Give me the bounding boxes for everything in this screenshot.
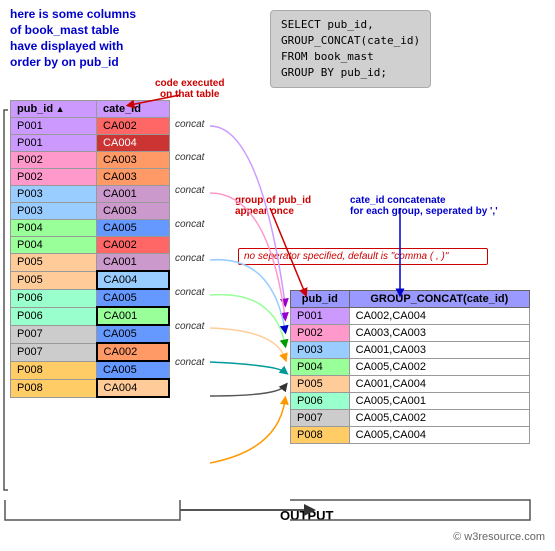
- rt-row: P001CA002,CA004: [291, 308, 530, 325]
- concat-8: concat: [175, 357, 204, 368]
- sql-box: SELECT pub_id, GROUP_CONCAT(cate_id) FRO…: [270, 10, 431, 88]
- description-text: here is some columns of book_mast table …: [10, 6, 136, 70]
- table-row: P007CA005: [11, 325, 170, 343]
- table-row: P005CA004: [11, 271, 170, 289]
- watermark: © w3resource.com: [453, 531, 545, 543]
- rt-row: P004CA005,CA002: [291, 359, 530, 376]
- concat-3: concat: [175, 185, 204, 196]
- concat-2: concat: [175, 152, 204, 163]
- table-row: P006CA005: [11, 289, 170, 307]
- rt-row: P006CA005,CA001: [291, 393, 530, 410]
- rt-row: P005CA001,CA004: [291, 376, 530, 393]
- concat-1: concat: [175, 119, 204, 130]
- right-table: pub_id GROUP_CONCAT(cate_id) P001CA002,C…: [290, 290, 530, 444]
- table-row: P002CA003: [11, 169, 170, 186]
- table-row: P004CA002: [11, 237, 170, 254]
- table-row: P005CA001: [11, 254, 170, 272]
- table-row: P003CA003: [11, 203, 170, 220]
- table-row: P004CA005: [11, 220, 170, 237]
- rt-col-pubid: pub_id: [291, 291, 350, 308]
- table-row: P001CA004: [11, 135, 170, 152]
- left-table: pub_id cate_id P001CA002 P001CA004 P002C…: [10, 100, 170, 398]
- concat-5: concat: [175, 253, 204, 264]
- col-cateid: cate_id: [97, 101, 169, 118]
- table-row: P003CA001: [11, 186, 170, 203]
- table-row: P002CA003: [11, 152, 170, 169]
- table-row: P006CA001: [11, 307, 170, 325]
- output-label: OUTPUT: [280, 508, 333, 523]
- rt-row: P002CA003,CA003: [291, 325, 530, 342]
- page-container: here is some columns of book_mast table …: [0, 0, 555, 551]
- table-row: P008CA004: [11, 379, 170, 397]
- table-row: P001CA002: [11, 118, 170, 135]
- annot-group: group of pub_idappear once: [235, 195, 311, 217]
- rt-col-concat: GROUP_CONCAT(cate_id): [349, 291, 529, 308]
- table-row: P008CA005: [11, 361, 170, 379]
- rt-row: P007CA005,CA002: [291, 410, 530, 427]
- rt-row: P003CA001,CA003: [291, 342, 530, 359]
- concat-6: concat: [175, 287, 204, 298]
- rt-row: P008CA005,CA004: [291, 427, 530, 444]
- concat-4: concat: [175, 219, 204, 230]
- annot-concat: cate_id concatenatefor each group, seper…: [350, 195, 498, 217]
- table-row: P007CA002: [11, 343, 170, 361]
- concat-7: concat: [175, 321, 204, 332]
- code-label: code executed on that table: [155, 78, 224, 100]
- col-pubid: pub_id: [11, 101, 97, 118]
- annot-separator: no seperator specified, default is "comm…: [238, 248, 488, 265]
